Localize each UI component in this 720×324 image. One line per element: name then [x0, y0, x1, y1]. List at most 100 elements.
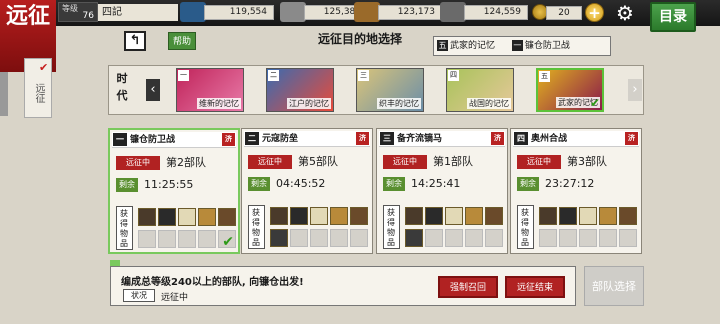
selected-era-num: 五	[437, 40, 448, 51]
era-num: 一	[178, 70, 189, 81]
selected-era: 武家的记忆	[450, 41, 496, 51]
reward-slot	[485, 207, 503, 225]
reward-slot	[425, 207, 443, 225]
reward-slot	[158, 230, 176, 248]
reward-slot	[350, 229, 368, 247]
resource-icon-3	[354, 2, 380, 22]
mission-name: 备齐流镝马	[397, 134, 443, 144]
check-icon: ✔	[589, 96, 600, 110]
reward-slot	[198, 208, 216, 226]
help-button[interactable]: 帮助	[168, 32, 196, 50]
resource-icon-1	[180, 2, 206, 22]
reward-slot	[445, 229, 463, 247]
era-num: 二	[268, 70, 279, 81]
check-icon: ✔	[222, 234, 234, 250]
era-num: 四	[448, 70, 459, 81]
selected-mission: 镰仓防卫战	[524, 41, 570, 51]
era-tag: 四記	[98, 4, 178, 21]
remaining-time: 11:25:55	[144, 178, 194, 191]
mission-message: 编成总等级240以上的部队, 向镰仓出发!	[121, 277, 304, 288]
resource-icon-4	[440, 2, 466, 22]
status-value: 远征中	[161, 293, 189, 303]
reward-slot	[270, 207, 288, 225]
reward-slot	[405, 229, 423, 247]
team-name: 第5部队	[298, 155, 338, 168]
reward-label: 获得物品	[517, 205, 534, 249]
coin-count: 20	[546, 6, 582, 20]
mission-card[interactable]: 二元寇防垒 济远征中 第5部队 剩余 04:45:52 获得物品	[241, 128, 373, 254]
add-coin-button[interactable]: +	[585, 3, 604, 22]
reward-slot	[330, 207, 348, 225]
reward-slot	[579, 229, 597, 247]
era-item-label: 战国的记忆	[467, 98, 511, 109]
remaining-time: 04:45:52	[276, 177, 326, 190]
remain-badge: 剩余	[517, 177, 539, 191]
remain-badge: 剩余	[248, 177, 270, 191]
menu-button[interactable]: 目录	[650, 2, 696, 32]
mission-num: 三	[380, 132, 394, 145]
reward-slot	[425, 229, 443, 247]
team-name: 第3部队	[567, 155, 607, 168]
mission-card[interactable]: 三备齐流镝马 济远征中 第1部队 剩余 14:25:41 获得物品	[376, 128, 508, 254]
reward-slot	[465, 229, 483, 247]
reward-label: 获得物品	[383, 205, 400, 249]
reward-slot	[138, 230, 156, 248]
end-expedition-button[interactable]: 远征结束	[505, 276, 565, 298]
remaining-time: 23:27:12	[545, 177, 595, 190]
reward-slot	[158, 208, 176, 226]
reward-slot	[198, 230, 216, 248]
mission-card[interactable]: 一镰仓防卫战 济远征中 第2部队 剩余 11:25:55 获得物品 ✔	[108, 128, 240, 254]
gear-icon[interactable]: ⚙	[613, 1, 637, 25]
reward-slot	[178, 230, 196, 248]
status-badge: 远征中	[383, 155, 427, 169]
mission-num: 四	[514, 132, 528, 145]
reward-slot	[465, 207, 483, 225]
reward-slot	[619, 229, 637, 247]
check-icon: ✔	[39, 61, 49, 74]
completed-badge: 济	[491, 132, 504, 145]
team-name: 第1部队	[433, 155, 473, 168]
reward-slot	[350, 207, 368, 225]
force-recall-button[interactable]: 强制召回	[438, 276, 498, 298]
side-tab-expedition[interactable]: ✔ 远征	[24, 58, 52, 118]
card-header: 三备齐流镝马 济	[379, 131, 505, 147]
reward-slot	[619, 207, 637, 225]
reward-slot	[405, 207, 423, 225]
card-header: 二元寇防垒 济	[244, 131, 370, 147]
remain-badge: 剩余	[116, 178, 138, 192]
reward-slot	[599, 207, 617, 225]
mission-card[interactable]: 四奥州合战 济远征中 第3部队剩余 23:27:12 获得物品	[510, 128, 642, 254]
reward-slot	[539, 207, 557, 225]
resource-icon-2	[280, 2, 306, 22]
reward-slot	[330, 229, 348, 247]
completed-badge: 济	[625, 132, 638, 145]
mission-num: 二	[245, 132, 259, 145]
mission-name: 奥州合战	[531, 134, 568, 144]
back-button[interactable]: ↰	[124, 31, 146, 51]
completed-badge: 济	[356, 132, 369, 145]
reward-label: 获得物品	[116, 206, 133, 250]
resource-3: 123,173	[378, 5, 442, 20]
era-item[interactable]: 一维新的记忆	[176, 68, 244, 112]
status-badge: 远征中	[248, 155, 292, 169]
reward-slot	[559, 229, 577, 247]
era-item[interactable]: 三织丰的记忆	[356, 68, 424, 112]
status-badge: 远征中	[116, 156, 160, 170]
era-item-label: 江户的记忆	[287, 98, 331, 109]
reward-slot	[599, 229, 617, 247]
resource-1: 119,554	[204, 5, 274, 20]
reward-slot	[218, 208, 236, 226]
mission-name: 镰仓防卫战	[130, 135, 176, 145]
reward-slot	[539, 229, 557, 247]
status-badge: 远征中	[517, 155, 561, 169]
era-item[interactable]: 四战国的记忆	[446, 68, 514, 112]
status-label: 状况	[123, 289, 155, 302]
era-item[interactable]: 五武家的记忆 ✔	[536, 68, 604, 112]
reward-slot	[178, 208, 196, 226]
era-next-button[interactable]: ›	[628, 79, 642, 101]
era-label: 时代	[116, 72, 128, 102]
era-item[interactable]: 二江户的记忆	[266, 68, 334, 112]
era-prev-button[interactable]: ‹	[146, 79, 160, 101]
party-select-button[interactable]: 部队选择	[584, 266, 644, 306]
era-num: 五	[539, 71, 550, 82]
